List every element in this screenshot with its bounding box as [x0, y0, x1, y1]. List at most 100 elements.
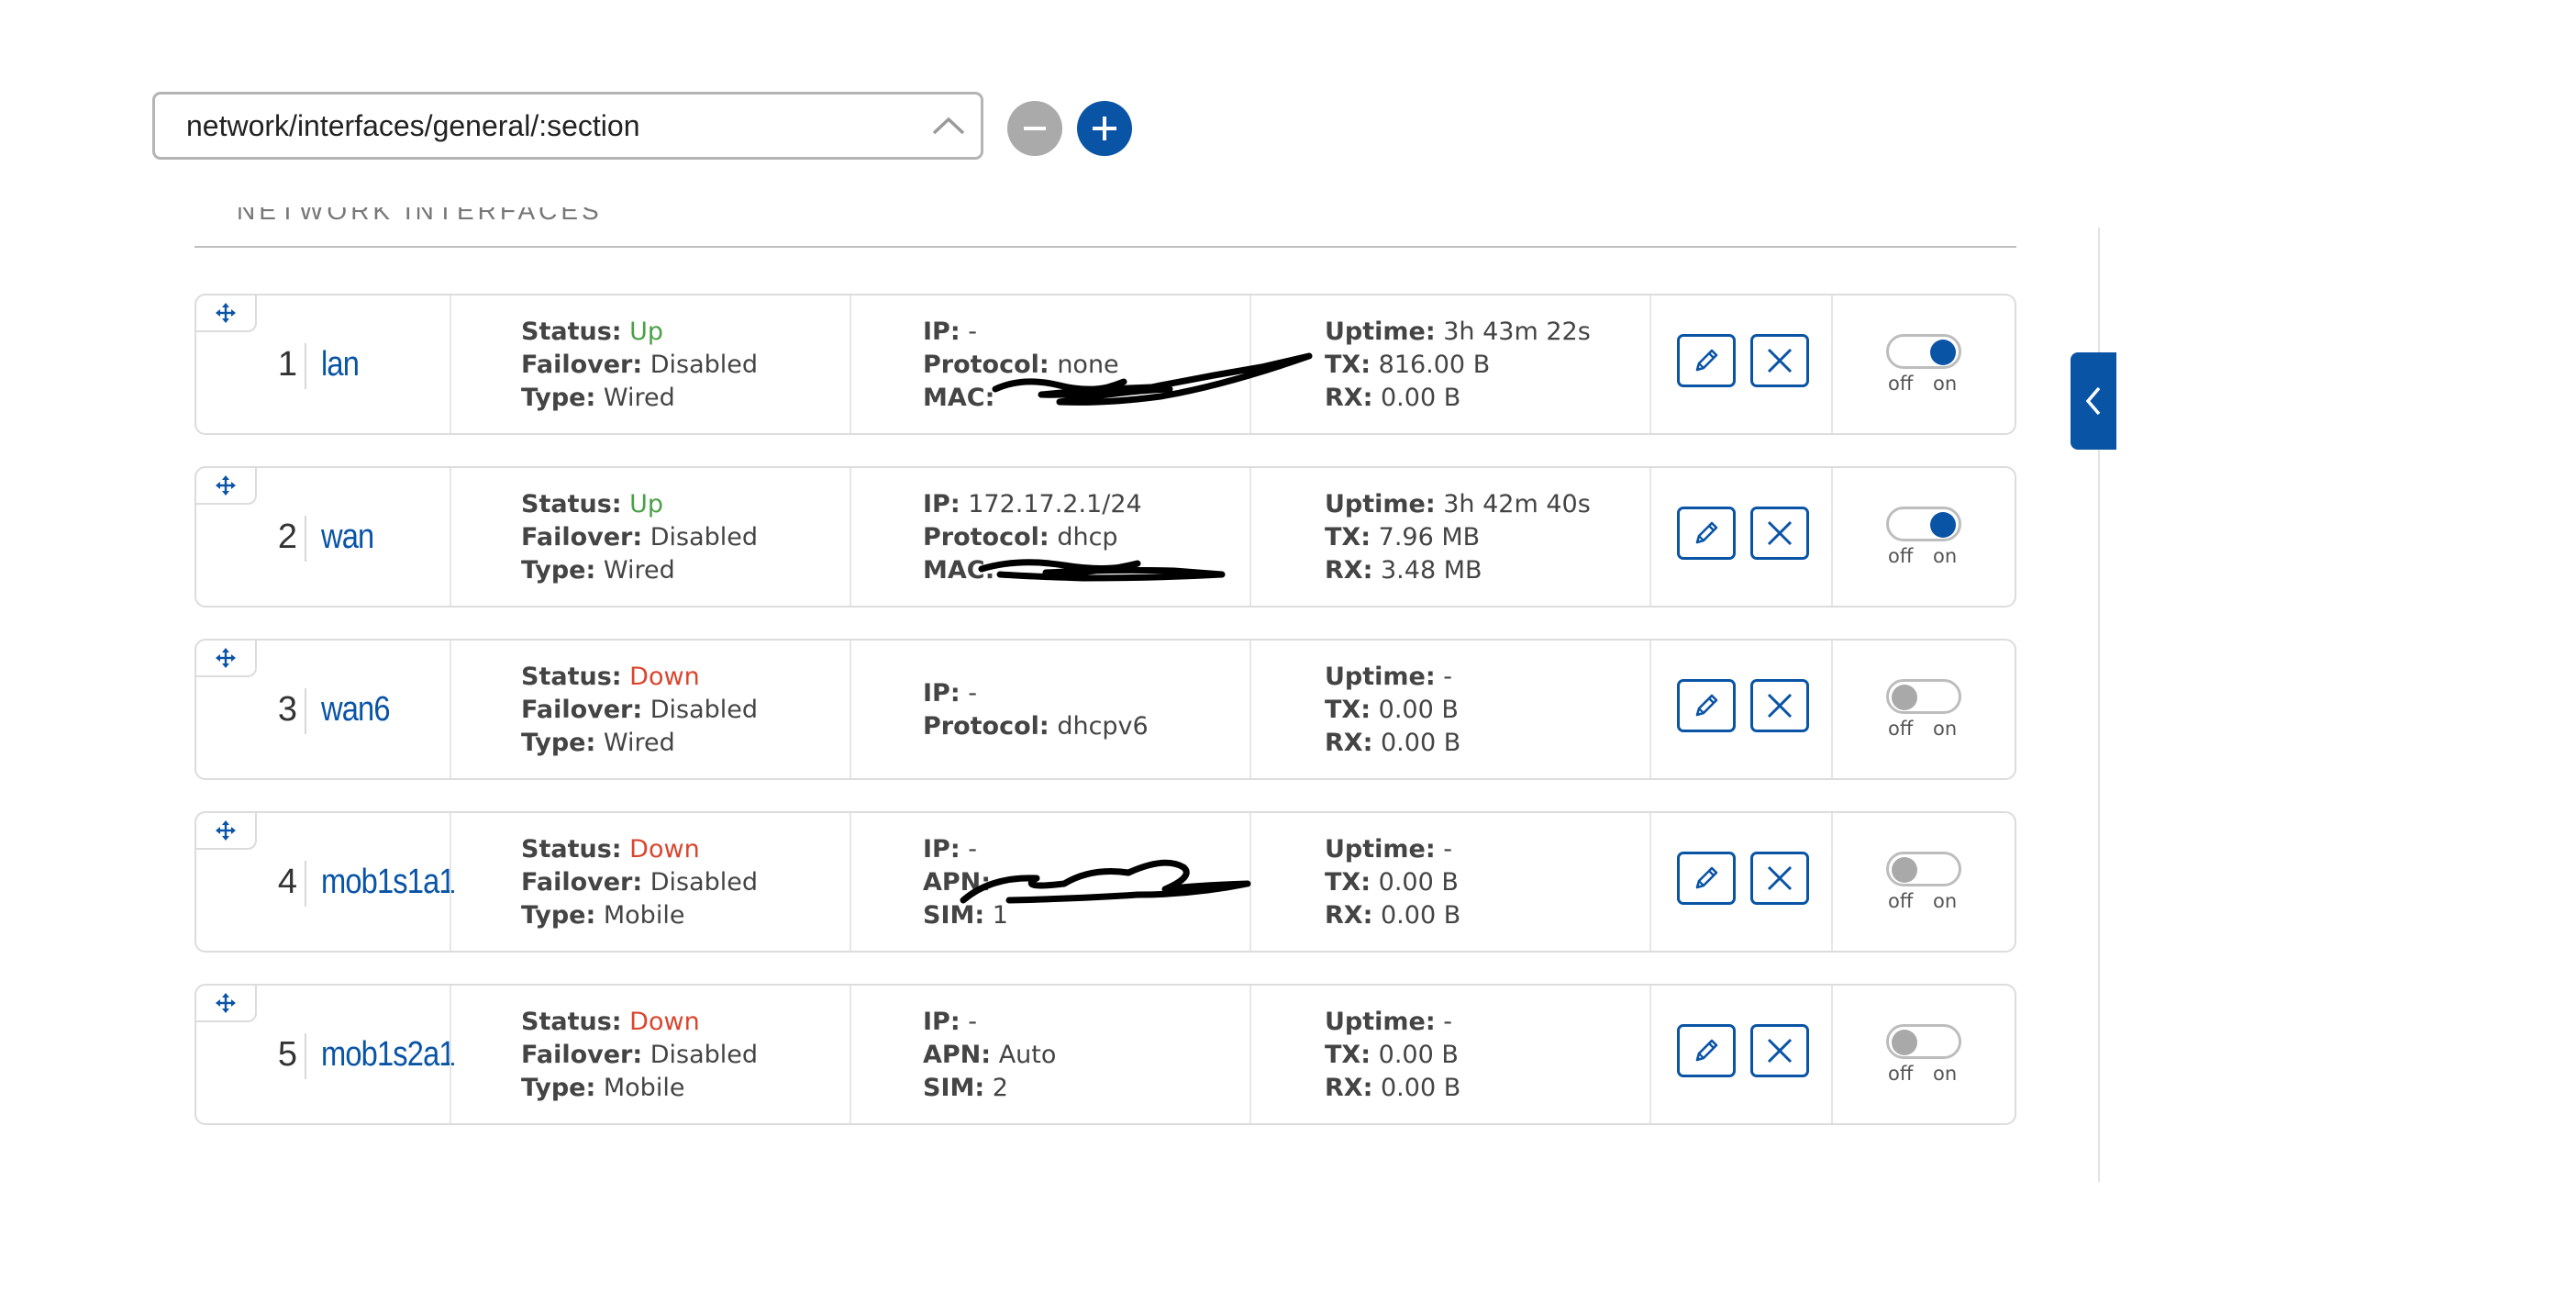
interface-address-info: IP: - APN: Auto SIM: 2	[923, 1008, 1057, 1102]
edit-button[interactable]	[1677, 852, 1736, 905]
tx-value: 816.00 B	[1378, 351, 1491, 379]
plus-icon	[1093, 117, 1116, 140]
drag-handle[interactable]	[196, 813, 257, 850]
section-divider	[194, 246, 2016, 248]
uptime-value: -	[1443, 835, 1452, 864]
index-divider	[305, 343, 306, 389]
column-divider	[1831, 986, 1833, 1123]
close-icon	[1767, 1038, 1793, 1064]
move-arrows-icon	[216, 993, 236, 1013]
chevron-up-icon[interactable]	[916, 94, 981, 158]
toggle-knob	[1892, 685, 1917, 710]
close-icon	[1767, 348, 1793, 373]
interface-row: 3 wan6 Status: Down Failover: Disabled T…	[194, 639, 2016, 780]
interface-enable-toggle[interactable]	[1886, 852, 1961, 886]
interface-status-info: Status: Up Failover: Disabled Type: Wire…	[521, 490, 759, 585]
interface-enable-toggle[interactable]	[1886, 679, 1961, 714]
delete-button[interactable]	[1750, 852, 1809, 905]
section-title: NETWORK INTERFACES	[237, 207, 603, 225]
sim-value: 1	[992, 901, 1008, 930]
interface-name[interactable]: mob1s2a1	[321, 1035, 456, 1075]
sim-value: 2	[992, 1074, 1008, 1102]
add-path-button[interactable]	[1077, 101, 1132, 156]
close-icon	[1767, 693, 1793, 719]
uptime-value: -	[1443, 1008, 1452, 1036]
protocol-value: dhcpv6	[1057, 712, 1149, 741]
column-divider	[1249, 468, 1251, 606]
pencil-icon	[1695, 521, 1718, 544]
toggle-off-label: off	[1888, 545, 1914, 567]
move-arrows-icon	[216, 475, 236, 496]
delete-button[interactable]	[1750, 1024, 1809, 1077]
interface-address-info: IP: - Protocol: dhcpv6	[923, 679, 1149, 741]
toggle-on-label: on	[1933, 373, 1958, 395]
column-divider	[1831, 813, 1833, 951]
tx-value: 0.00 B	[1378, 696, 1459, 724]
column-divider	[1649, 641, 1651, 778]
index-divider	[305, 861, 306, 907]
column-divider	[450, 813, 451, 951]
toggle-on-label: on	[1933, 545, 1958, 567]
edit-button[interactable]	[1677, 334, 1736, 387]
delete-button[interactable]	[1750, 507, 1809, 560]
interface-index: 2	[277, 518, 297, 556]
toggle-on-label: on	[1933, 890, 1958, 912]
column-divider	[450, 986, 451, 1123]
column-divider	[849, 813, 851, 951]
interface-row: 4 mob1s1a1 Status: Down Failover: Disabl…	[194, 811, 2016, 953]
delete-button[interactable]	[1750, 334, 1809, 387]
column-divider	[1249, 295, 1251, 433]
interface-enable-toggle[interactable]	[1886, 1024, 1961, 1059]
side-panel-toggle[interactable]	[2071, 352, 2116, 450]
remove-path-button[interactable]	[1007, 101, 1062, 156]
interface-name[interactable]: wan6	[321, 690, 391, 730]
path-select[interactable]: network/interfaces/general/:section	[152, 92, 983, 160]
interface-traffic-info: Uptime: 3h 43m 22s TX: 816.00 B RX: 0.00…	[1325, 318, 1591, 412]
uptime-value: 3h 42m 40s	[1443, 490, 1591, 518]
interface-row: 2 wan Status: Up Failover: Disabled Type…	[194, 466, 2016, 607]
protocol-value: none	[1057, 351, 1119, 379]
failover-value: Disabled	[650, 1041, 759, 1069]
column-divider	[849, 986, 851, 1123]
interface-index: 4	[277, 863, 297, 901]
interface-address-info: IP: - Protocol: none MAC:	[923, 318, 1119, 412]
delete-button[interactable]	[1750, 679, 1809, 732]
interface-address-info: IP: - APN: SIM: 1	[923, 835, 1008, 930]
failover-value: Disabled	[650, 696, 759, 724]
status-value: Up	[629, 318, 664, 346]
index-divider	[305, 1033, 306, 1079]
status-value: Up	[629, 490, 664, 518]
interface-enable-toggle[interactable]	[1886, 507, 1961, 541]
type-value: Wired	[603, 729, 675, 757]
column-divider	[1649, 468, 1651, 606]
column-divider	[1649, 986, 1651, 1123]
protocol-value: dhcp	[1057, 523, 1118, 552]
column-divider	[1831, 641, 1833, 778]
status-value: Down	[629, 663, 700, 691]
ip-value: -	[968, 318, 977, 346]
interface-status-info: Status: Up Failover: Disabled Type: Wire…	[521, 318, 759, 412]
interface-name[interactable]: mob1s1a1	[321, 863, 456, 902]
path-select-value: network/interfaces/general/:section	[186, 108, 640, 142]
column-divider	[1831, 468, 1833, 606]
interface-status-info: Status: Down Failover: Disabled Type: Wi…	[521, 663, 759, 757]
edit-button[interactable]	[1677, 679, 1736, 732]
edit-button[interactable]	[1677, 507, 1736, 560]
interface-name[interactable]: lan	[321, 345, 360, 385]
drag-handle[interactable]	[196, 986, 257, 1022]
toggle-off-label: off	[1888, 1063, 1914, 1085]
column-divider	[450, 641, 451, 778]
pencil-icon	[1695, 866, 1718, 889]
drag-handle[interactable]	[196, 468, 257, 505]
interface-status-info: Status: Down Failover: Disabled Type: Mo…	[521, 835, 759, 930]
edit-button[interactable]	[1677, 1024, 1736, 1077]
interface-traffic-info: Uptime: - TX: 0.00 B RX: 0.00 B	[1325, 1008, 1461, 1102]
drag-handle[interactable]	[196, 641, 257, 677]
drag-handle[interactable]	[196, 295, 257, 332]
ip-value: 172.17.2.1/24	[968, 490, 1142, 518]
toggle-knob	[1892, 857, 1917, 883]
toggle-knob	[1930, 340, 1956, 365]
interface-enable-toggle[interactable]	[1886, 334, 1961, 369]
pencil-icon	[1695, 1039, 1718, 1062]
interface-name[interactable]: wan	[321, 518, 374, 557]
